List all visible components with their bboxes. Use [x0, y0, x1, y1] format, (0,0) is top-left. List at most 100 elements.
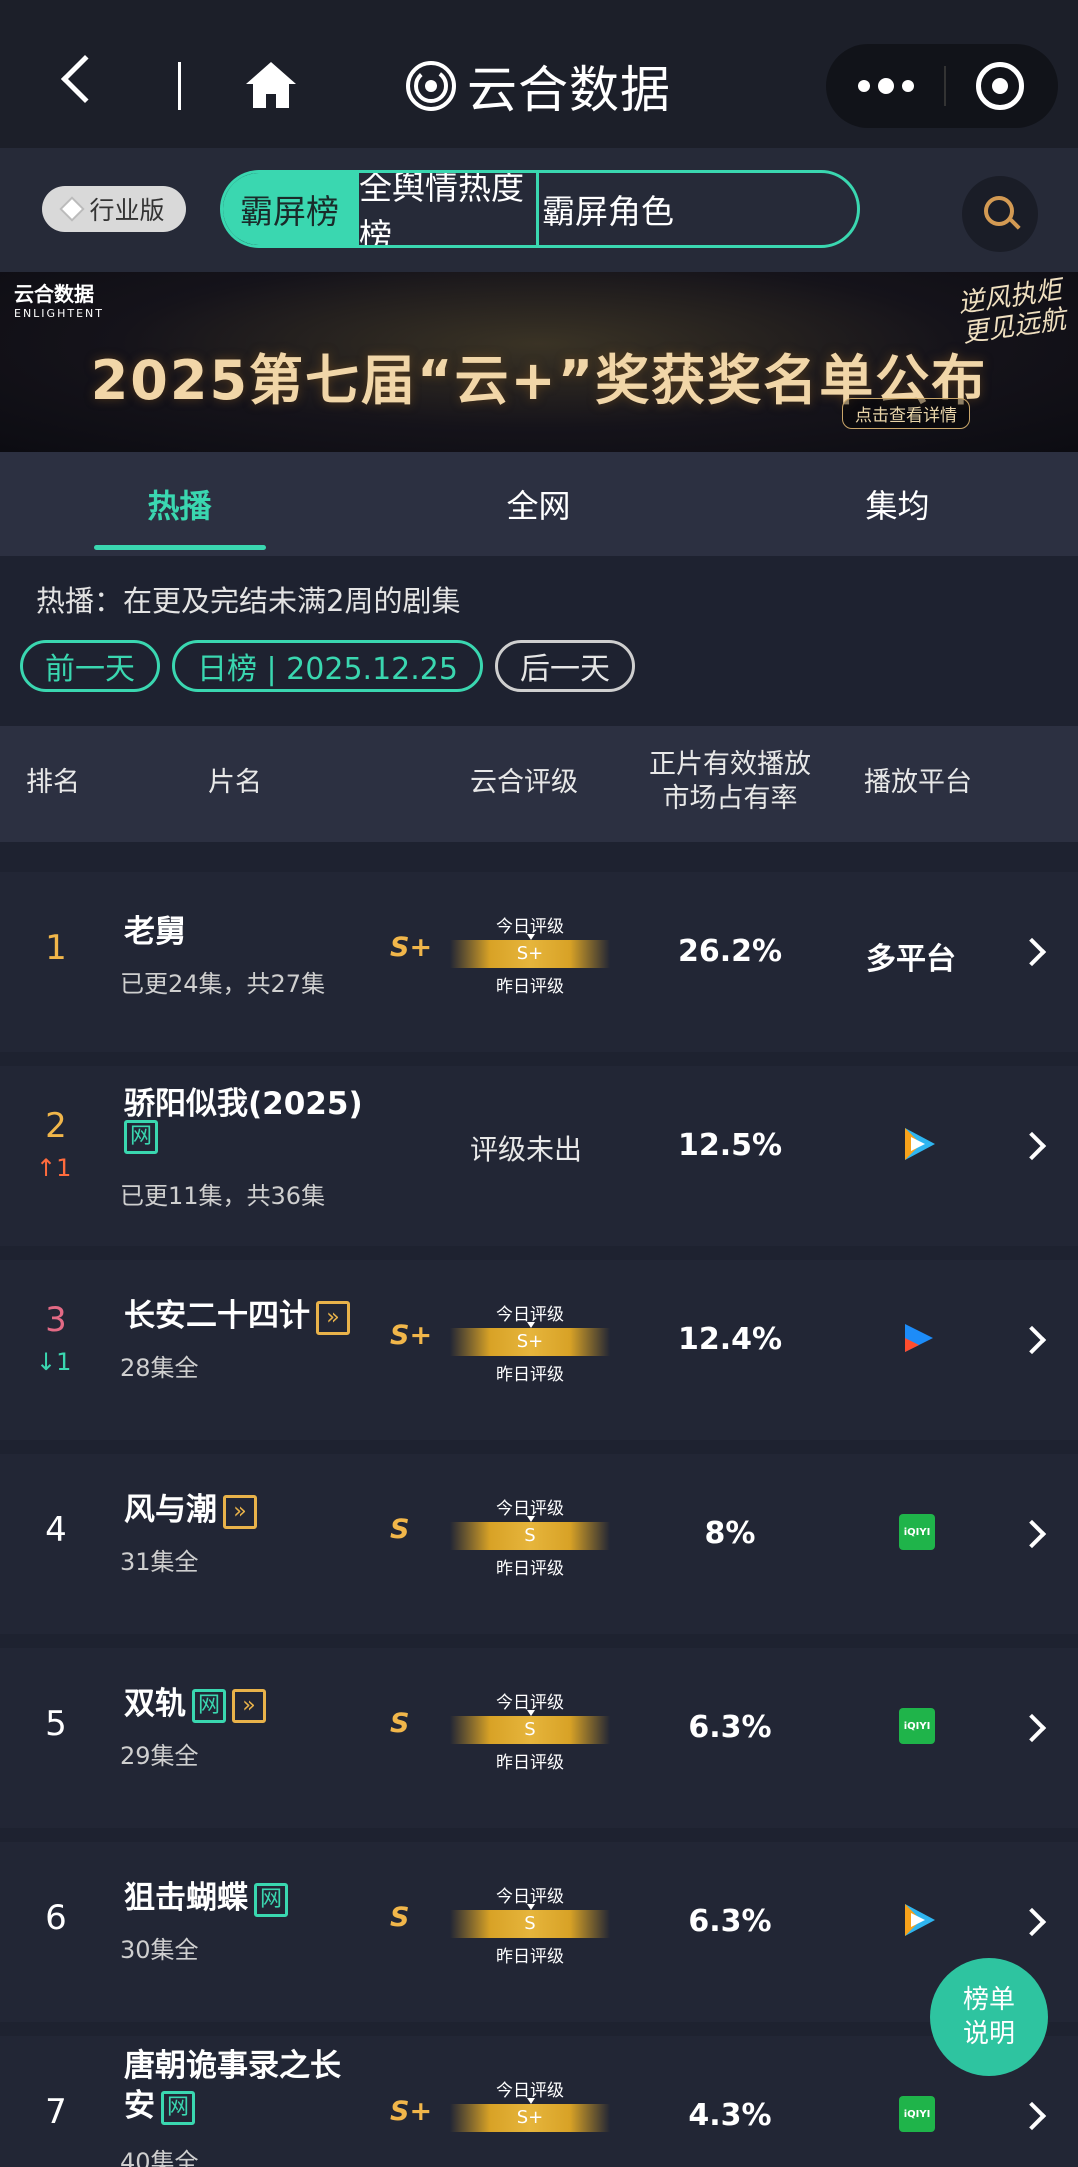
grade-letter: S+ — [390, 1320, 433, 1351]
grade-letter: S+ — [390, 2096, 433, 2127]
rank-number: 5 — [45, 1704, 67, 1744]
close-mini-program-icon[interactable] — [976, 62, 1024, 110]
gauge-yesterday-label: 昨日评级 — [496, 1559, 564, 1579]
header-rank: 排名 — [26, 767, 80, 798]
rank-number: 6 — [45, 1898, 67, 1938]
table-row[interactable]: 5 双轨网» 29集全 S 今日评级 S 昨日评级 6.3% iQIYI — [0, 1648, 1078, 1828]
episode-status: 31集全 — [120, 1548, 199, 1576]
header-title: 片名 — [208, 767, 262, 798]
table-row[interactable]: 1 老舅 已更24集，共27集 S+ 今日评级 S+ 昨日评级 26.2% 多平… — [0, 872, 1078, 1052]
market-share: 8% — [704, 1516, 756, 1551]
rank-number: 7 — [45, 2092, 67, 2132]
market-share: 6.3% — [688, 1904, 772, 1939]
platform-text: 多平台 — [866, 942, 956, 977]
show-title: 风与潮» — [124, 1484, 257, 1529]
date-selector[interactable]: 日榜 | 2025.12.25 — [172, 640, 483, 692]
grade-gauge: 今日评级 S+ 昨日评级 — [450, 1296, 610, 1386]
date-bar: 前一天 日榜 | 2025.12.25 后一天 — [20, 640, 635, 692]
rank-number: 3 — [45, 1300, 67, 1340]
chevron-right-icon[interactable] — [1017, 2101, 1047, 2131]
gauge-yesterday-label: 昨日评级 — [496, 1947, 564, 1967]
show-title-text: 风与潮 — [124, 1492, 217, 1528]
rank-change-down: ↓1 — [36, 1348, 72, 1376]
award-banner[interactable]: 云合数据 ENLIGHTENT 逆风执炬 更见远航 2025第七届“云+”奖获奖… — [0, 272, 1078, 452]
grade-pending: 评级未出 — [470, 1133, 583, 1166]
banner-brand-cn: 云合数据 — [14, 282, 94, 306]
chevron-right-icon[interactable] — [1017, 1325, 1047, 1355]
table-row[interactable]: 3 ↓1 长安二十四计» 28集全 S+ 今日评级 S+ 昨日评级 12.4% — [0, 1260, 1078, 1440]
ranking-tabs: 霸屏榜 全舆情热度榜 霸屏角色 — [220, 170, 860, 248]
market-share: 12.5% — [677, 1128, 783, 1163]
grade-letter: S — [390, 1902, 410, 1933]
episode-status: 30集全 — [120, 1936, 199, 1964]
web-drama-tag: 网 — [124, 1120, 158, 1154]
gauge-marker — [527, 1904, 535, 1910]
chevron-right-icon[interactable] — [1017, 937, 1047, 967]
table-row[interactable]: 6 狙击蝴蝶网 30集全 S 今日评级 S 昨日评级 6.3% — [0, 1842, 1078, 2022]
tab-bapingbang[interactable]: 霸屏榜 — [223, 173, 359, 245]
table-row[interactable]: 4 风与潮» 31集全 S 今日评级 S 昨日评级 8% iQIYI — [0, 1454, 1078, 1634]
tab-characters[interactable]: 霸屏角色 — [539, 173, 677, 245]
prev-day-button[interactable]: 前一天 — [20, 640, 160, 692]
nav-divider — [178, 62, 181, 110]
subtab-all-network[interactable]: 全网 — [359, 452, 718, 556]
episode-status: 40集全 — [120, 2148, 199, 2167]
rank-number: 1 — [45, 928, 67, 968]
header-platform: 播放平台 — [864, 767, 972, 798]
iqiyi-icon: iQIYI — [899, 1708, 935, 1744]
show-title-text: 唐朝诡事录之长 — [124, 2048, 341, 2084]
gauge-marker — [527, 1710, 535, 1716]
banner-details-link[interactable]: 点击查看详情 — [842, 398, 970, 429]
youku-icon — [905, 1324, 933, 1352]
top-nav: 云合数据 — [0, 0, 1078, 148]
show-title-text: 双轨 — [124, 1686, 186, 1722]
chevron-right-icon[interactable] — [1017, 1907, 1047, 1937]
show-title: 狙击蝴蝶网 — [124, 1872, 288, 1917]
search-button[interactable] — [962, 176, 1038, 252]
web-tag: 网 — [124, 1120, 158, 1154]
web-tag: 网 — [161, 2090, 195, 2125]
grade-letter: S+ — [390, 932, 433, 963]
subtab-per-episode[interactable]: 集均 — [718, 452, 1077, 556]
table-header: 排名 片名 云合评级 正片有效播放 市场占有率 播放平台 — [0, 726, 1078, 842]
gauge-marker — [527, 1322, 535, 1328]
help-line1: 榜单 — [962, 1985, 1015, 2015]
next-day-button[interactable]: 后一天 — [494, 640, 635, 692]
grade-gauge: 今日评级 S+ — [450, 2072, 610, 2162]
gauge-bar: S+ — [450, 1328, 610, 1356]
show-title-text-line2: 安 — [124, 2088, 155, 2124]
tab-public-opinion[interactable]: 全舆情热度榜 — [359, 173, 539, 245]
chevron-right-icon[interactable] — [1017, 1131, 1047, 1161]
exclusive-icon: » — [316, 1300, 350, 1335]
app-title: 云合数据 — [467, 61, 671, 119]
header-grade: 云合评级 — [470, 767, 578, 798]
grade-gauge: 今日评级 S 昨日评级 — [450, 1684, 610, 1774]
market-share: 26.2% — [677, 934, 783, 969]
header-share-line1: 正片有效播放 — [649, 749, 811, 780]
show-title: 双轨网» — [124, 1678, 266, 1723]
home-icon[interactable] — [244, 58, 298, 112]
ranking-help-button[interactable]: 榜单 说明 — [930, 1958, 1048, 2076]
gauge-yesterday-label: 昨日评级 — [496, 1365, 564, 1385]
show-title-text: 长安二十四计 — [124, 1298, 310, 1334]
table-row[interactable]: 2 ↑1 骄阳似我(2025) 网 已更11集，共36集 评级未出 12.5% — [0, 1066, 1078, 1246]
gauge-marker — [527, 1516, 535, 1522]
tencent-video-icon — [905, 1128, 935, 1160]
gauge-marker — [527, 934, 535, 940]
market-share: 4.3% — [688, 2098, 772, 2133]
tencent-video-icon — [905, 1904, 935, 1936]
list-description: 热播：在更及完结未满2周的剧集 — [36, 584, 461, 618]
header-share-line2: 市场占有率 — [662, 783, 798, 814]
chevron-right-icon[interactable] — [1017, 1519, 1047, 1549]
subtab-hot[interactable]: 热播 — [0, 452, 359, 556]
show-title-text: 骄阳似我(2025) — [124, 1086, 363, 1122]
episode-status: 已更24集，共27集 — [120, 970, 326, 998]
episode-status: 28集全 — [120, 1354, 199, 1382]
table-row[interactable]: 7 唐朝诡事录之长 安网 40集全 S+ 今日评级 S+ 4.3% iQIYI — [0, 2036, 1078, 2167]
more-icon[interactable] — [858, 78, 914, 94]
show-title: 唐朝诡事录之长 安网 — [124, 2046, 341, 2126]
industry-edition-badge[interactable]: 行业版 — [42, 186, 186, 232]
rank-number: 2 — [45, 1106, 67, 1146]
chevron-right-icon[interactable] — [1017, 1713, 1047, 1743]
back-icon[interactable] — [60, 54, 110, 104]
